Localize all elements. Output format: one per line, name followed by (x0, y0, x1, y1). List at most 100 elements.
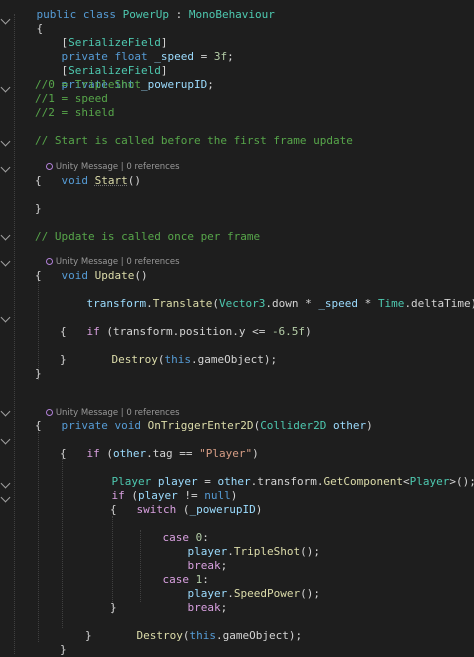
code-token: .gameObject); (190, 353, 278, 366)
code-line[interactable]: void Update() (35, 255, 148, 282)
code-line[interactable]: private void OnTriggerEnter2D(Collider2D… (35, 405, 373, 432)
code-token: TripleShot (233, 545, 301, 558)
code-comment[interactable]: //2 = shield (35, 106, 114, 120)
indent-guide (62, 458, 63, 628)
code-token: this (189, 629, 216, 642)
code-token: ; (220, 559, 228, 572)
code-line[interactable]: { (110, 503, 117, 517)
code-token: } (60, 643, 67, 656)
fold-arrow-icon[interactable] (0, 82, 11, 93)
code-comment[interactable]: //1 = speed (35, 92, 108, 106)
code-token: . (227, 545, 234, 558)
code-line[interactable]: case 1: (136, 559, 209, 586)
code-token: { (35, 419, 42, 432)
code-line[interactable]: { (35, 269, 42, 283)
code-line[interactable]: { (35, 174, 42, 188)
code-token: Destroy (136, 629, 183, 642)
fold-arrow-icon[interactable] (0, 312, 11, 323)
code-token: Destroy (111, 353, 158, 366)
code-token: . (146, 297, 153, 310)
code-token: ( (176, 503, 190, 516)
code-line[interactable]: if (other.tag == "Player") (60, 433, 259, 460)
code-token: .tag == (146, 447, 200, 460)
code-token: } (110, 601, 117, 614)
fold-arrow-icon[interactable] (0, 434, 11, 445)
code-token: .down * (265, 297, 319, 310)
code-token: switch (136, 503, 177, 516)
code-line[interactable]: } (60, 353, 67, 367)
code-token: void (61, 174, 95, 187)
code-line[interactable]: switch (_powerupID) (110, 489, 263, 516)
code-token: Update (94, 269, 135, 282)
code-token: "Player" (199, 447, 253, 460)
code-comment[interactable]: // Update is called once per frame (35, 230, 260, 244)
fold-arrow-icon[interactable] (0, 162, 11, 173)
code-token: ; (227, 50, 234, 63)
code-token: >(); (449, 475, 474, 488)
fold-arrow-icon[interactable] (0, 492, 11, 503)
code-token: ) (255, 503, 263, 516)
code-line[interactable]: } (35, 367, 42, 381)
code-line[interactable]: [SerializeField] (35, 22, 168, 49)
code-token: _powerupID (189, 503, 256, 516)
code-token: private void (61, 419, 148, 432)
code-line[interactable]: [SerializeField] (35, 50, 168, 77)
code-token: () (127, 174, 141, 187)
code-token: Vector3 (218, 297, 266, 310)
code-line[interactable]: } (35, 202, 42, 216)
code-line[interactable]: { (60, 325, 67, 339)
code-line[interactable]: Player player = other.transform.GetCompo… (85, 461, 474, 488)
code-line[interactable]: { (35, 419, 42, 433)
code-token: Start (94, 174, 128, 187)
fold-arrow-icon[interactable] (0, 478, 11, 489)
code-line[interactable]: break; (161, 545, 228, 572)
fold-arrow-icon[interactable] (0, 256, 11, 267)
code-line[interactable]: Destroy(this.gameObject); (85, 339, 278, 366)
code-token: GetComponent (323, 475, 403, 488)
code-line[interactable]: case 0: (136, 517, 209, 544)
code-token: . (227, 587, 234, 600)
code-token: MonoBehaviour (188, 8, 275, 21)
code-token: ; (220, 601, 228, 614)
fold-arrow-icon[interactable] (0, 230, 11, 241)
code-line[interactable]: Destroy(this.gameObject); (110, 615, 303, 642)
code-editor[interactable]: public class PowerUp : MonoBehaviour { [… (0, 0, 474, 656)
code-line[interactable]: break; (161, 587, 228, 614)
code-token: this (164, 353, 191, 366)
code-comment[interactable]: // Start is called before the first fram… (35, 134, 353, 148)
code-token: } (35, 367, 42, 380)
code-token: public class (36, 8, 123, 21)
code-token: } (35, 202, 42, 215)
code-token: void (61, 269, 95, 282)
code-line[interactable]: } (85, 629, 92, 643)
code-token: PowerUp (122, 8, 169, 21)
code-token: OnTriggerEnter2D (147, 419, 254, 432)
code-line[interactable]: private float _speed = 3f; (35, 36, 234, 63)
code-token: Collider2D (260, 419, 327, 432)
fold-arrow-icon[interactable] (0, 14, 11, 25)
code-line[interactable]: { (60, 447, 67, 461)
fold-arrow-icon[interactable] (0, 136, 11, 147)
indent-guide (38, 432, 39, 642)
code-token: ) (305, 325, 312, 338)
code-token: break (187, 601, 221, 614)
code-line[interactable]: player.TripleShot(); (161, 531, 320, 558)
code-line[interactable]: player.SpeedPower(); (161, 573, 320, 600)
code-line[interactable]: transform.Translate(Vector3.down * _spee… (60, 283, 474, 310)
code-token: -6.5f (271, 325, 306, 338)
fold-arrow-icon[interactable] (0, 406, 11, 417)
code-token: ) (252, 447, 259, 460)
code-line[interactable]: } (110, 601, 117, 615)
code-token: (transform.position.y <= (99, 325, 272, 338)
code-line[interactable]: if (player != null) (85, 475, 238, 502)
code-token: { (110, 503, 117, 516)
code-line[interactable]: void Start() (35, 160, 142, 187)
code-token: () (134, 269, 148, 282)
code-token: } (85, 629, 92, 642)
code-line[interactable]: { (10, 8, 44, 35)
code-line[interactable]: if (transform.position.y <= -6.5f) (60, 311, 312, 338)
code-token: (); (300, 587, 320, 600)
code-line[interactable]: private int _powerupID; (35, 64, 214, 91)
code-line[interactable]: public class PowerUp : MonoBehaviour (10, 0, 275, 21)
code-comment[interactable]: //0 = TripleShot (35, 78, 141, 92)
